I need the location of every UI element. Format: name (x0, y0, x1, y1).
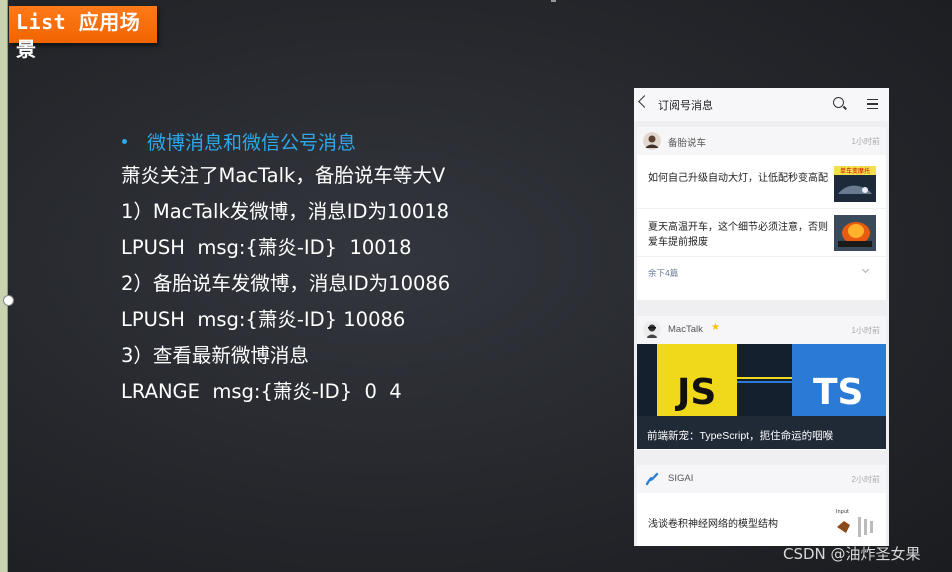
content-line: LRANGE msg:{萧炎-ID} 0 4 (121, 380, 402, 403)
cnn-diagram-thumbnail-icon: Input (834, 507, 876, 543)
card-header: 备胎说车 1小时前 (637, 127, 886, 155)
feed-card[interactable]: SIGAI 2小时前 浅谈卷积神经网络的模型结构 Input (637, 465, 886, 546)
search-icon[interactable] (833, 97, 844, 108)
more-articles-row[interactable]: 余下4篇 (637, 257, 886, 287)
article-item[interactable]: 浅谈卷积神经网络的模型结构 Input (637, 503, 886, 546)
feed-card[interactable]: 备胎说车 1小时前 如何自己升级自动大灯，让低配秒变高配 单车变摩托 夏天高温开… (637, 127, 886, 300)
banner-caption: 前端新宠：TypeScript，扼住命运的咽喉 (647, 430, 834, 442)
phone-nav-bar: 订阅号消息 (634, 88, 889, 121)
bullet-item: 微博消息和微信公号消息 (121, 124, 450, 158)
back-arrow-icon[interactable] (638, 95, 651, 108)
thumb-text: Input (836, 509, 849, 515)
more-articles-text: 余下4篇 (648, 268, 679, 278)
chevron-down-icon (861, 265, 870, 274)
sigai-logo-icon (645, 472, 659, 486)
star-icon: ★ (711, 322, 720, 333)
content-line: 3）查看最新微博消息 (121, 344, 309, 367)
avatar-icon (643, 321, 661, 339)
card-header: MacTalk ★ 1小时前 (637, 316, 886, 344)
fire-car-thumbnail-icon (834, 215, 876, 251)
thumb-text: 单车变摩托 (840, 167, 870, 175)
phone-screenshot: 订阅号消息 备胎说车 1小时前 如何自己升级自动大灯，让低配秒变高配 单车变摩托 (634, 88, 889, 546)
slide-title: List 应用场景 (16, 10, 141, 61)
post-time: 1小时前 (851, 137, 880, 146)
bullet-text: 微博消息和微信公号消息 (147, 131, 357, 154)
card-header: SIGAI 2小时前 (637, 465, 886, 493)
avatar-icon (643, 132, 661, 150)
article-item[interactable]: 如何自己升级自动大灯，让低配秒变高配 单车变摩托 (637, 162, 886, 209)
csdn-watermark: CSDN @油炸圣女果 (783, 545, 921, 563)
banner-left-text: JS (674, 372, 716, 413)
content-line: LPUSH msg:{萧炎-ID} 10086 (121, 308, 406, 331)
content-line: 萧炎关注了MacTalk，备胎说车等大V (121, 164, 446, 187)
account-name: SIGAI (668, 473, 694, 484)
account-name: MacTalk (668, 324, 703, 335)
content-line: 2）备胎说车发微博，消息ID为10086 (121, 272, 451, 295)
nav-title: 订阅号消息 (658, 100, 713, 112)
slide-content: 微博消息和微信公号消息 萧炎关注了MacTalk，备胎说车等大V 1）MacTa… (121, 124, 450, 410)
article-banner[interactable]: JS TS 前端新宠：TypeScript，扼住命运的咽喉 (637, 344, 886, 449)
post-time: 1小时前 (851, 326, 880, 335)
slide-left-rail (0, 0, 8, 572)
menu-icon[interactable] (867, 99, 878, 109)
car-thumbnail-icon: 单车变摩托 (834, 166, 876, 202)
top-marker (551, 0, 556, 2)
feed-card[interactable]: MacTalk ★ 1小时前 JS TS 前端新宠：TypeScript，扼住命… (637, 316, 886, 450)
content-line: LPUSH msg:{萧炎-ID} 10018 (121, 236, 412, 259)
article-title: 如何自己升级自动大灯，让低配秒变高配 (648, 173, 828, 184)
bullet-dot-icon (122, 138, 127, 144)
article-item[interactable]: 夏天高温开车，这个细节必须注意，否则爱车提前报废 (637, 211, 886, 257)
article-title: 夏天高温开车，这个细节必须注意，否则爱车提前报废 (648, 222, 828, 248)
banner-right-text: TS (813, 372, 863, 413)
article-title: 浅谈卷积神经网络的模型结构 (648, 519, 778, 530)
resize-handle[interactable] (3, 295, 14, 306)
account-name: 备胎说车 (668, 138, 707, 149)
content-line: 1）MacTalk发微博，消息ID为10018 (121, 200, 450, 223)
post-time: 2小时前 (851, 475, 880, 484)
